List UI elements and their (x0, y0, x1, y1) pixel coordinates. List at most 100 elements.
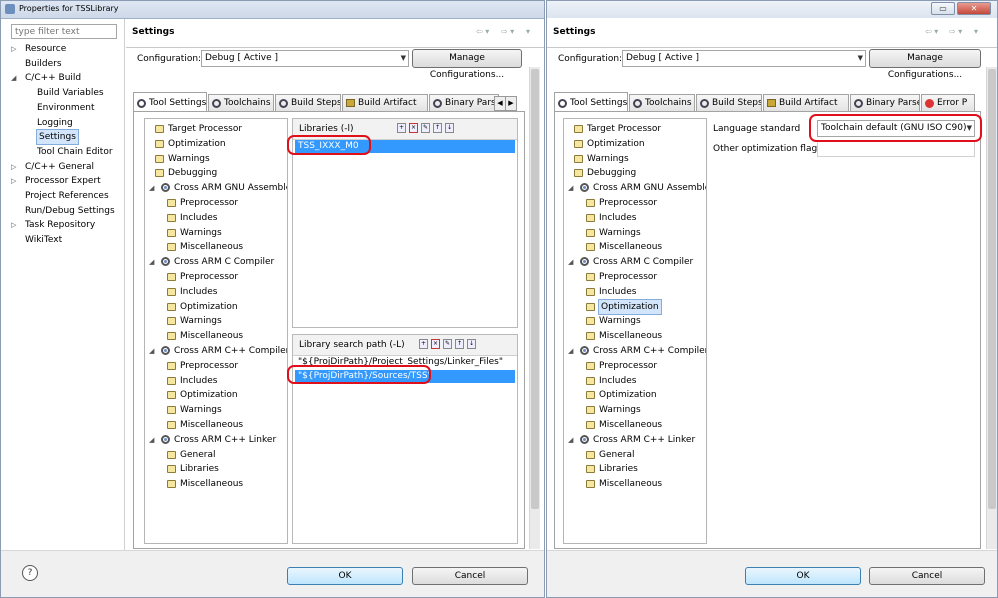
tree-item[interactable]: ◢ Cross ARM GNU Assembler (564, 181, 706, 195)
tree-item[interactable]: ◢ Cross ARM C++ Linker (145, 433, 287, 447)
other-optimization-flags-input[interactable] (817, 141, 975, 157)
expanded-arrow-icon[interactable]: ◢ (568, 433, 573, 447)
tree-item[interactable]: Warnings (145, 152, 287, 166)
tree-item[interactable]: Includes (564, 374, 706, 388)
tree-item[interactable]: Optimization (145, 388, 287, 402)
back-icon[interactable]: ⇦ ▾ (476, 27, 489, 36)
tree-item[interactable]: Warnings (145, 226, 287, 240)
expanded-arrow-icon[interactable]: ◢ (568, 344, 573, 358)
nav-item[interactable]: Project References (5, 189, 123, 203)
ok-button[interactable]: OK (745, 567, 861, 585)
expanded-arrow-icon[interactable]: ◢ (568, 255, 573, 269)
tree-item[interactable]: Target Processor (145, 122, 287, 136)
cancel-button[interactable]: Cancel (412, 567, 528, 585)
tree-item[interactable]: Debugging (564, 166, 706, 180)
tree-item[interactable]: Optimization (564, 388, 706, 402)
tab-tool-settings[interactable]: Tool Settings (133, 92, 207, 111)
nav-item[interactable]: Builders (5, 57, 123, 71)
edit-icon[interactable]: ✎ (443, 339, 452, 349)
tree-item[interactable]: Optimization (145, 137, 287, 151)
nav-item[interactable]: ▷ Resource (5, 42, 123, 56)
menu-icon[interactable]: ▾ (974, 27, 978, 36)
tree-item[interactable]: Miscellaneous (145, 329, 287, 343)
tree-item[interactable]: Preprocessor (145, 270, 287, 284)
tab-build-steps[interactable]: Build Steps (275, 94, 341, 111)
forward-icon[interactable]: ⇨ ▾ (949, 27, 962, 36)
tree-item[interactable]: Miscellaneous (564, 329, 706, 343)
tree-item[interactable]: Debugging (145, 166, 287, 180)
move-up-icon[interactable]: ↑ (455, 339, 464, 349)
menu-icon[interactable]: ▾ (526, 27, 530, 36)
tree-item[interactable]: Warnings (145, 314, 287, 328)
move-down-icon[interactable]: ↓ (445, 123, 454, 133)
move-up-icon[interactable]: ↑ (433, 123, 442, 133)
tree-item[interactable]: ◢ Cross ARM C Compiler (564, 255, 706, 269)
tree-item[interactable]: Miscellaneous (564, 477, 706, 491)
tree-item[interactable]: Warnings (564, 314, 706, 328)
tab-toolchains[interactable]: Toolchains (629, 94, 695, 111)
tree-item[interactable]: Warnings (564, 403, 706, 417)
tree-item[interactable]: ◢ Cross ARM C++ Linker (564, 433, 706, 447)
expanded-arrow-icon[interactable]: ◢ (149, 344, 154, 358)
tab-build-steps[interactable]: Build Steps (696, 94, 762, 111)
tree-item[interactable]: Includes (564, 211, 706, 225)
language-standard-combo[interactable]: Toolchain default (GNU ISO C90) ▼ (817, 120, 975, 137)
tree-item[interactable]: Miscellaneous (564, 418, 706, 432)
forward-icon[interactable]: ⇨ ▾ (501, 27, 514, 36)
tree-item[interactable]: Preprocessor (564, 359, 706, 373)
tree-item[interactable]: Warnings (145, 403, 287, 417)
edit-icon[interactable]: ✎ (421, 123, 430, 133)
scrollbar-thumb[interactable] (988, 69, 996, 509)
tab-toolchains[interactable]: Toolchains (208, 94, 274, 111)
tree-item[interactable]: Includes (145, 374, 287, 388)
tab-build-artifact[interactable]: Build Artifact (763, 94, 849, 111)
manage-configurations-button[interactable]: Manage Configurations... (869, 49, 981, 80)
tree-item[interactable]: Includes (564, 285, 706, 299)
tree-item[interactable]: Miscellaneous (145, 240, 287, 254)
expanded-arrow-icon[interactable]: ◢ (149, 433, 154, 447)
tab-scroll-right-icon[interactable]: ▶ (505, 96, 517, 111)
vertical-scrollbar[interactable] (529, 67, 540, 549)
tree-item[interactable]: Libraries (145, 462, 287, 476)
nav-item[interactable]: WikiText (5, 233, 123, 247)
cancel-button[interactable]: Cancel (869, 567, 985, 585)
minimize-icon[interactable]: ▭ (931, 2, 955, 15)
nav-item[interactable]: Environment (5, 101, 123, 115)
vertical-scrollbar[interactable] (986, 67, 997, 549)
tab-build-artifact[interactable]: Build Artifact (342, 94, 428, 111)
tab-binary-parsers[interactable]: Binary Parsers (429, 94, 499, 111)
expanded-arrow-icon[interactable]: ◢ (149, 255, 154, 269)
nav-item[interactable]: Tool Chain Editor (5, 145, 123, 159)
expanded-arrow-icon[interactable]: ◢ (11, 71, 16, 85)
tab-binary-parsers[interactable]: Binary Parsers (850, 94, 920, 111)
configuration-combo[interactable]: Debug [ Active ] ▼ (622, 50, 866, 67)
help-icon[interactable]: ? (22, 565, 38, 581)
add-icon[interactable]: + (419, 339, 428, 349)
tree-item[interactable]: Optimization (564, 298, 706, 315)
filter-input[interactable] (11, 24, 117, 39)
list-item[interactable]: TSS_IXXX_M0 (295, 140, 515, 153)
tree-item[interactable]: Includes (145, 211, 287, 225)
scrollbar-thumb[interactable] (531, 69, 539, 509)
tree-item[interactable]: Preprocessor (145, 196, 287, 210)
tree-item[interactable]: Includes (145, 285, 287, 299)
delete-icon[interactable]: × (431, 339, 440, 349)
tree-item[interactable]: Warnings (564, 226, 706, 240)
back-icon[interactable]: ⇦ ▾ (925, 27, 938, 36)
move-down-icon[interactable]: ↓ (467, 339, 476, 349)
nav-item[interactable]: Logging (5, 116, 123, 130)
list-item[interactable]: "${ProjDirPath}/Project_Settings/Linker_… (295, 356, 515, 369)
expanded-arrow-icon[interactable]: ◢ (568, 181, 573, 195)
delete-icon[interactable]: × (409, 123, 418, 133)
collapsed-arrow-icon[interactable]: ▷ (11, 218, 16, 232)
list-item[interactable]: "${ProjDirPath}/Sources/TSS" (295, 370, 515, 383)
collapsed-arrow-icon[interactable]: ▷ (11, 42, 16, 56)
tree-item[interactable]: ◢ Cross ARM C Compiler (145, 255, 287, 269)
tab-tool-settings[interactable]: Tool Settings (554, 92, 628, 111)
nav-item[interactable]: Settings (5, 129, 123, 146)
tree-item[interactable]: Miscellaneous (145, 418, 287, 432)
tree-item[interactable]: ◢ Cross ARM GNU Assembler (145, 181, 287, 195)
nav-item[interactable]: Build Variables (5, 86, 123, 100)
tree-item[interactable]: Preprocessor (145, 359, 287, 373)
nav-item[interactable]: ◢ C/C++ Build (5, 71, 123, 85)
